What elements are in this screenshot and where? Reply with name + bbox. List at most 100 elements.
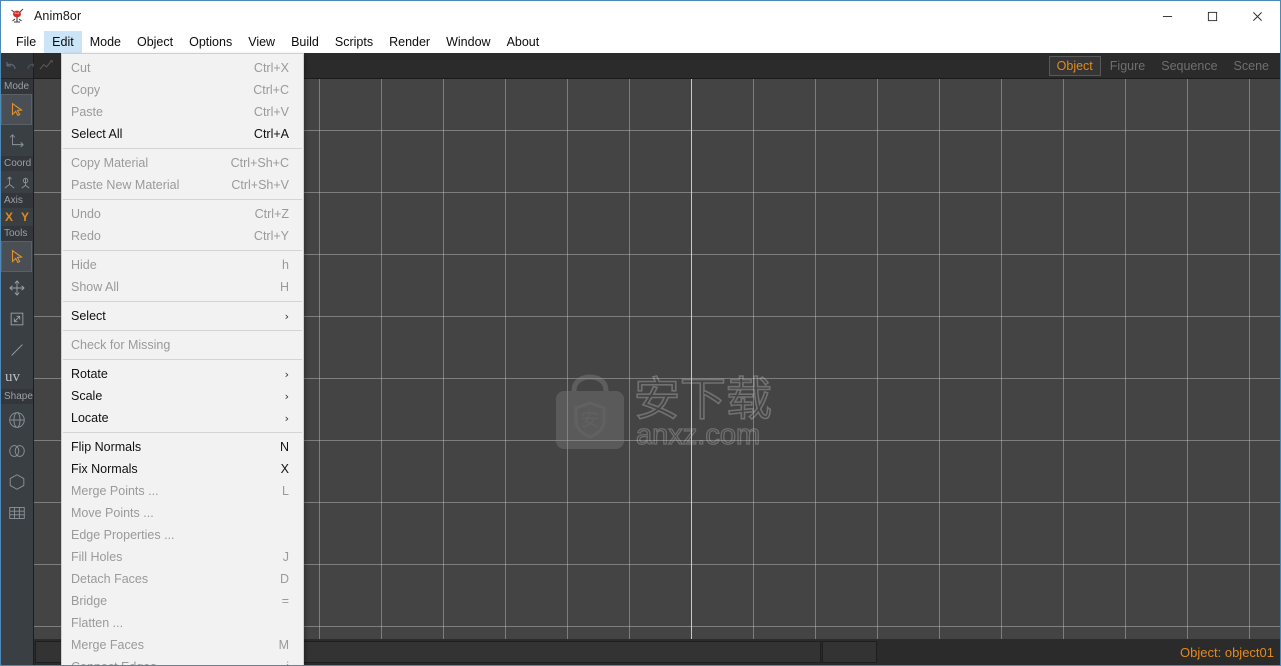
menu-item-label: Rotate [71, 367, 108, 381]
menu-item-label: Edge Properties ... [71, 528, 175, 542]
watermark-text: 安下载 anxz.com [633, 371, 799, 454]
chevron-right-icon: › [284, 411, 289, 425]
menu-item-label: Flatten ... [71, 616, 124, 630]
axis-y-toggle[interactable]: Y [17, 210, 33, 224]
tool-select-arrow[interactable] [1, 241, 32, 272]
menu-item-shortcut: Ctrl+Y [253, 229, 289, 243]
mode-tab-object[interactable]: Object [1048, 55, 1101, 76]
menu-item-fix-normals[interactable]: Fix Normals X [62, 458, 303, 480]
menu-item-label: Fix Normals [71, 462, 138, 476]
menu-item-label: Copy [71, 83, 101, 97]
menu-item-label: Cut [71, 61, 91, 75]
window-controls [1145, 1, 1280, 31]
menu-item-edge-properties: Edge Properties ... [62, 524, 303, 546]
watermark: 安 安下载 anxz.com [552, 357, 802, 467]
menubar-item-build[interactable]: Build [283, 31, 327, 53]
mode-tab-sequence[interactable]: Sequence [1154, 57, 1224, 75]
chevron-right-icon: › [284, 389, 289, 403]
menubar-item-about[interactable]: About [499, 31, 548, 53]
menu-item-shortcut: Ctrl+Z [254, 207, 289, 221]
minimize-button[interactable] [1145, 1, 1190, 31]
menubar-item-render[interactable]: Render [381, 31, 438, 53]
mode-tab-scene[interactable]: Scene [1227, 57, 1276, 75]
rail-section-mode-label: Mode [1, 79, 33, 94]
menubar-item-window[interactable]: Window [438, 31, 498, 53]
menu-separator [63, 199, 302, 200]
menu-item-label: Fill Holes [71, 550, 123, 564]
menubar-item-view[interactable]: View [240, 31, 283, 53]
rail-section-axis-label: Axis [1, 193, 33, 208]
title-bar: Anim8or [1, 1, 1280, 31]
shape-cube[interactable] [1, 466, 32, 497]
menu-item-shortcut: = [281, 594, 289, 608]
menu-separator [63, 359, 302, 360]
shape-sphere[interactable] [1, 404, 32, 435]
watermark-domain-text: anxz.com [636, 419, 760, 449]
menu-item-label: Copy Material [71, 156, 149, 170]
menu-item-label: Merge Faces [71, 638, 144, 652]
tool-rotate-line[interactable] [1, 334, 32, 365]
menu-item-shortcut: Ctrl+C [253, 83, 289, 97]
menu-bar: File Edit Mode Object Options View Build Script… [1, 31, 1280, 53]
mode-tab-figure[interactable]: Figure [1103, 57, 1152, 75]
tool-world-coord[interactable] [1, 171, 17, 193]
menu-item-label: Detach Faces [71, 572, 149, 586]
menu-item-cut: Cut Ctrl+X [62, 57, 303, 79]
menu-item-show-all: Show All H [62, 276, 303, 298]
tool-axis-tripod[interactable] [1, 125, 32, 156]
axis-x-toggle[interactable]: X [1, 210, 17, 224]
menu-item-label: Undo [71, 207, 101, 221]
rail-section-uv-label[interactable]: uv [1, 365, 33, 389]
menu-item-label: Select [71, 309, 106, 323]
menu-item-label: Redo [71, 229, 101, 243]
menu-item-shortcut: D [279, 572, 289, 586]
menu-item-shortcut: J [282, 550, 289, 564]
menu-item-merge-faces: Merge Faces M [62, 634, 303, 656]
menubar-item-scripts[interactable]: Scripts [327, 31, 381, 53]
rail-section-tools-label: Tools [1, 226, 33, 241]
menu-item-move-points: Move Points ... [62, 502, 303, 524]
undo-icon[interactable] [4, 58, 20, 74]
menu-item-connect-edges: Connect Edges i [62, 656, 303, 665]
menu-item-shortcut: N [279, 440, 289, 454]
menu-item-detach-faces: Detach Faces D [62, 568, 303, 590]
menu-item-rotate[interactable]: Rotate › [62, 363, 303, 385]
tool-object-coord[interactable] [17, 171, 33, 193]
shape-cylinder[interactable] [1, 435, 32, 466]
menubar-item-file[interactable]: File [8, 31, 44, 53]
menu-item-select[interactable]: Select › [62, 305, 303, 327]
window-title: Anim8or [34, 9, 82, 23]
menu-item-select-all[interactable]: Select All Ctrl+A [62, 123, 303, 145]
tool-arrow-cursor[interactable] [1, 94, 32, 125]
menu-item-label: Connect Edges [71, 660, 272, 665]
menu-item-locate[interactable]: Locate › [62, 407, 303, 429]
chevron-right-icon: › [284, 367, 289, 381]
menubar-item-object[interactable]: Object [129, 31, 181, 53]
axis-toggle-row: X Y [1, 208, 33, 226]
menubar-item-mode[interactable]: Mode [82, 31, 129, 53]
menu-item-shortcut: Ctrl+Sh+V [231, 178, 289, 192]
shape-grid-mesh[interactable] [1, 497, 32, 528]
menu-item-copy-material: Copy Material Ctrl+Sh+C [62, 152, 303, 174]
coord-button-row [1, 171, 33, 193]
menu-item-bridge: Bridge = [62, 590, 303, 612]
menu-item-flip-normals[interactable]: Flip Normals N [62, 436, 303, 458]
menu-item-shortcut: i [286, 660, 289, 665]
menu-item-redo: Redo Ctrl+Y [62, 225, 303, 247]
tool-scale[interactable] [1, 303, 32, 334]
menu-item-label: Paste New Material [71, 178, 180, 192]
menu-item-hide: Hide h [62, 254, 303, 276]
software-bag-icon: 安 [552, 369, 628, 455]
menu-separator [63, 148, 302, 149]
menubar-item-options[interactable]: Options [181, 31, 240, 53]
maximize-button[interactable] [1190, 1, 1235, 31]
mode-tab-group: Object Figure Sequence Scene [1047, 55, 1280, 76]
close-button[interactable] [1235, 1, 1280, 31]
menu-item-label: Scale [71, 389, 103, 403]
menu-separator [63, 301, 302, 302]
menu-item-scale[interactable]: Scale › [62, 385, 303, 407]
menubar-item-edit[interactable]: Edit [44, 31, 82, 53]
menu-item-shortcut: M [278, 638, 289, 652]
graph-editor-icon[interactable] [34, 54, 60, 78]
tool-move[interactable] [1, 272, 32, 303]
